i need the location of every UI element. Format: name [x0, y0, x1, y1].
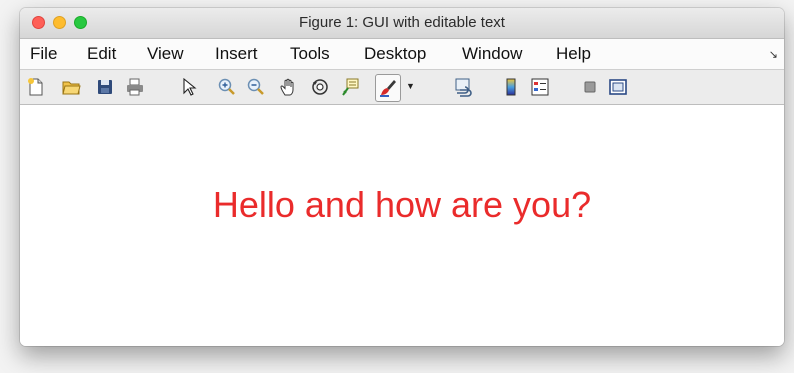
window-title: Figure 1: GUI with editable text: [299, 14, 505, 31]
editable-text[interactable]: Hello and how are you?: [20, 184, 784, 226]
figure-canvas[interactable]: Hello and how are you?: [20, 105, 784, 346]
brush-icon[interactable]: [375, 74, 401, 102]
hide-plot-tools-icon[interactable]: [580, 77, 600, 97]
data-cursor-icon[interactable]: [341, 77, 361, 97]
menu-edit[interactable]: Edit: [87, 39, 116, 69]
title-bar[interactable]: Figure 1: GUI with editable text: [20, 8, 784, 39]
show-plot-tools-icon[interactable]: [608, 77, 628, 97]
save-icon[interactable]: [95, 77, 115, 97]
insert-legend-icon[interactable]: [530, 77, 550, 97]
menu-file[interactable]: File: [30, 39, 57, 69]
insert-colorbar-icon[interactable]: [501, 77, 521, 97]
menu-view[interactable]: View: [147, 39, 184, 69]
menu-desktop[interactable]: Desktop: [364, 39, 426, 69]
figure-window: Figure 1: GUI with editable text File Ed…: [20, 8, 784, 346]
menu-help[interactable]: Help: [556, 39, 591, 69]
link-plot-icon[interactable]: [453, 77, 473, 97]
brush-dropdown-icon[interactable]: ▼: [406, 81, 415, 91]
zoom-in-icon[interactable]: [217, 77, 237, 97]
figure-toolbar: ▼: [20, 70, 784, 105]
rotate-3d-icon[interactable]: [310, 77, 330, 97]
menu-window[interactable]: Window: [462, 39, 522, 69]
new-figure-icon[interactable]: [26, 77, 46, 97]
dock-arrow-icon[interactable]: ↘: [769, 48, 778, 61]
open-file-icon[interactable]: [61, 77, 81, 97]
print-icon[interactable]: [125, 77, 145, 97]
menu-tools[interactable]: Tools: [290, 39, 330, 69]
select-pointer-icon[interactable]: [178, 77, 198, 97]
pan-hand-icon[interactable]: [279, 77, 299, 97]
menu-insert[interactable]: Insert: [215, 39, 258, 69]
menu-bar: File Edit View Insert Tools Desktop Wind…: [20, 39, 784, 70]
zoom-out-icon[interactable]: [246, 77, 266, 97]
